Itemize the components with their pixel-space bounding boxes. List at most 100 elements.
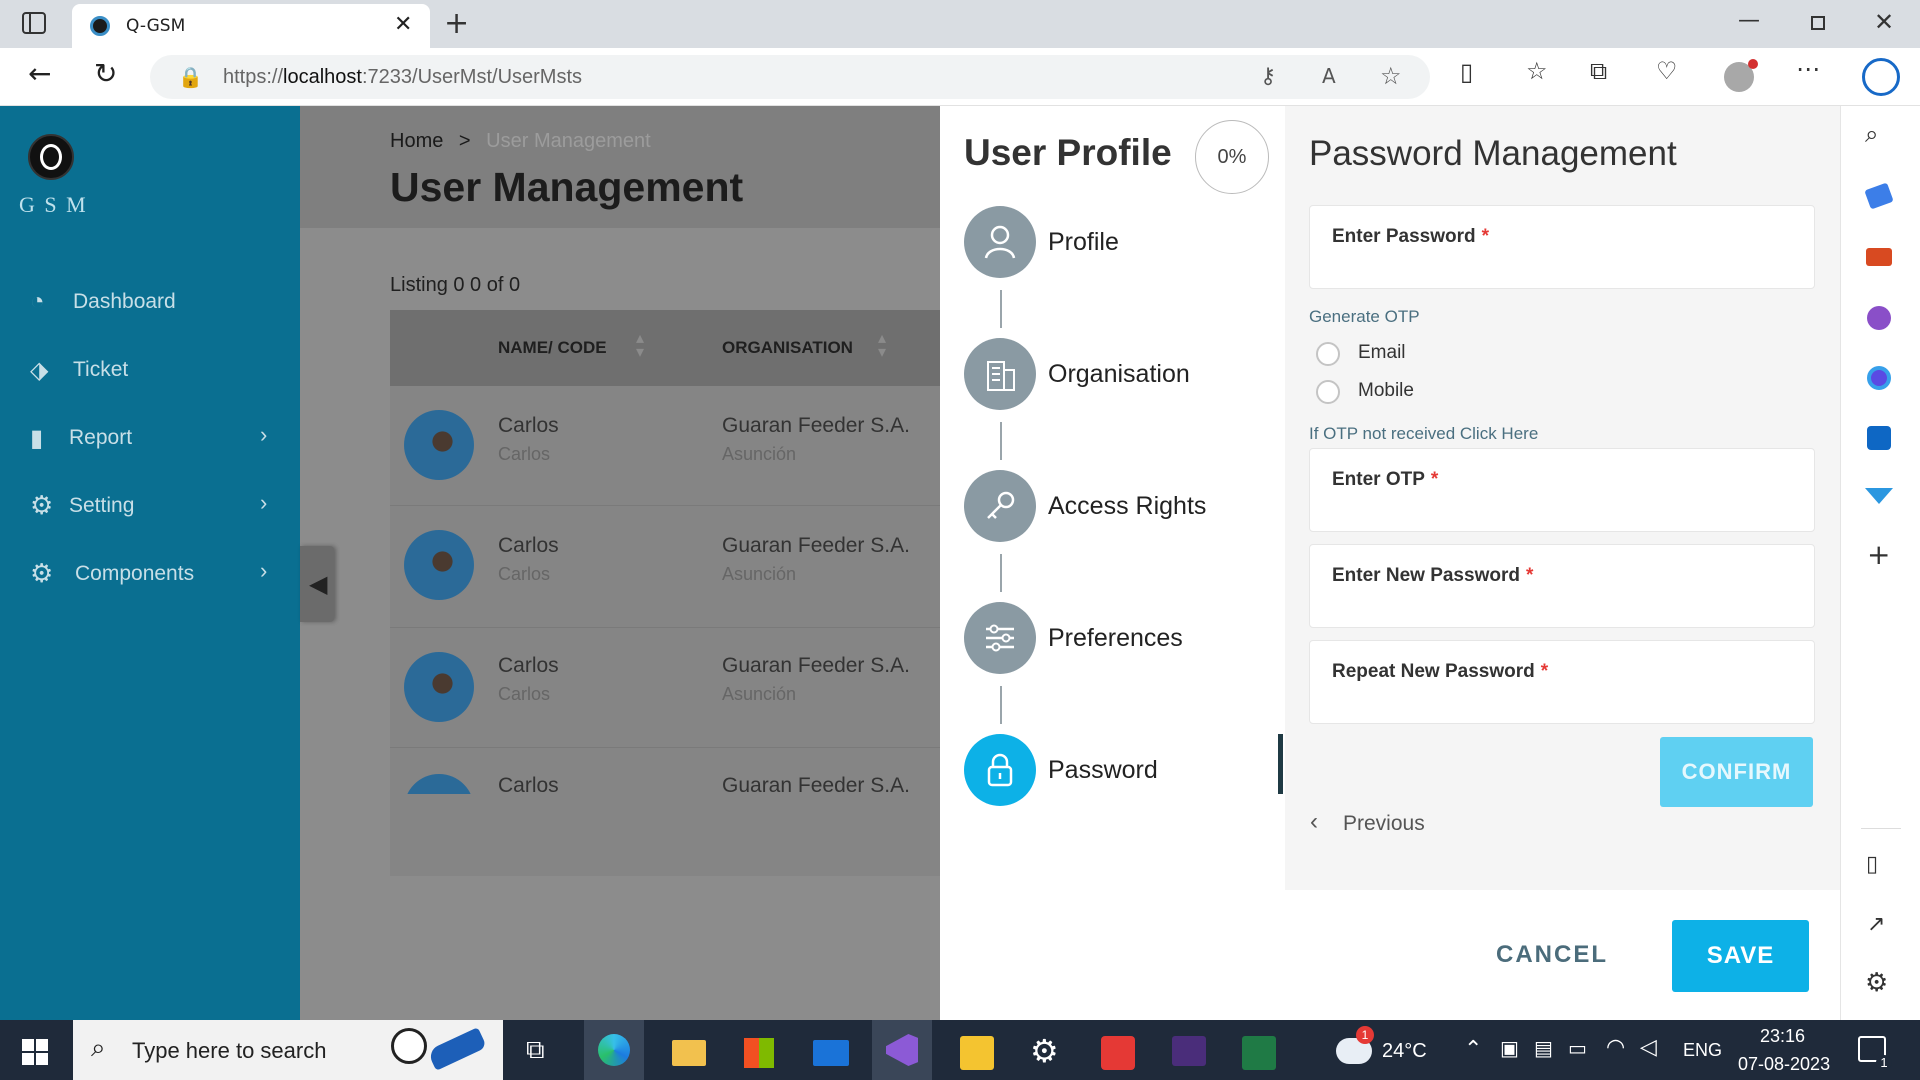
restore-icon[interactable] [1811, 16, 1825, 30]
clock-time[interactable]: 23:16 [1760, 1026, 1805, 1047]
back-icon[interactable]: ← [28, 57, 51, 90]
mail-icon[interactable] [813, 1040, 849, 1066]
tab-actions-icon[interactable] [22, 12, 46, 34]
microsoft-store-icon[interactable] [744, 1038, 774, 1068]
weather-icon[interactable]: 1 [1336, 1026, 1374, 1064]
terminal-icon[interactable] [1172, 1036, 1206, 1066]
radio-button[interactable] [1316, 342, 1340, 366]
avatar [404, 410, 474, 480]
nav-item-ticket[interactable]: ⬗ Ticket [30, 354, 280, 390]
split-screen-icon[interactable]: ▯ [1460, 58, 1473, 86]
bing-copilot-icon[interactable] [1862, 58, 1900, 96]
sort-icon[interactable]: ▴ ▾ [878, 331, 886, 361]
section-title: Password Management [1309, 134, 1677, 173]
collapse-sidebar-button[interactable]: ◀ [300, 546, 334, 622]
outlook-icon[interactable] [1867, 426, 1891, 450]
radio-button[interactable] [1316, 380, 1340, 404]
add-sidebar-app-icon[interactable]: + [1867, 538, 1890, 571]
table-row[interactable]: Carlos Carlos Guaran Feeder S.A. Asunció… [390, 386, 940, 506]
new-password-field[interactable]: Enter New Password * [1309, 544, 1815, 628]
new-tab-icon[interactable]: + [444, 6, 469, 41]
profile-avatar-icon[interactable] [1724, 59, 1758, 92]
enter-password-field[interactable]: Enter Password * [1309, 205, 1815, 289]
url-bar[interactable]: 🔒 https://localhost:7233/UserMst/UserMst… [150, 55, 1430, 99]
telegram-icon[interactable] [1865, 488, 1893, 504]
edge-taskbar-icon[interactable] [584, 1020, 644, 1080]
step-label: Access Rights [1048, 492, 1207, 520]
settings-icon[interactable]: ⚙ [1030, 1032, 1059, 1070]
tools-briefcase-icon[interactable] [1866, 248, 1892, 266]
open-external-icon[interactable]: ↗ [1867, 912, 1885, 937]
collections-icon[interactable]: ⧉ [1590, 57, 1607, 85]
read-aloud-icon[interactable]: A [1322, 64, 1336, 88]
volume-muted-icon[interactable]: ◁ [1640, 1034, 1657, 1060]
step-access-rights[interactable]: Access Rights [964, 470, 1264, 542]
browser-tab[interactable]: Q-GSM ✕ [72, 4, 430, 48]
refresh-icon[interactable]: ↻ [94, 57, 117, 90]
step-connector [1000, 422, 1002, 460]
visual-studio-icon[interactable] [872, 1020, 932, 1080]
favorite-star-icon[interactable]: ☆ [1380, 62, 1402, 90]
chevron-right-icon: › [260, 422, 268, 447]
column-header-organisation[interactable]: ORGANISATION [722, 338, 853, 358]
otp-resend-link[interactable]: If OTP not received Click Here [1309, 424, 1538, 444]
capture-icon[interactable]: ▤ [1534, 1036, 1553, 1061]
minimize-icon[interactable]: — [1738, 8, 1760, 33]
field-label: Enter New Password * [1332, 565, 1534, 586]
wifi-icon[interactable]: ◠ [1606, 1034, 1625, 1060]
meet-now-icon[interactable]: ▣ [1500, 1036, 1519, 1061]
key-icon[interactable]: ⚷ [1260, 64, 1276, 89]
office-icon[interactable] [1867, 366, 1891, 390]
step-profile[interactable]: Profile [964, 206, 1264, 278]
sort-icon[interactable]: ▴ ▾ [636, 331, 644, 361]
health-icon[interactable]: ♡ [1656, 57, 1678, 85]
games-icon[interactable] [1867, 306, 1891, 330]
enter-otp-field[interactable]: Enter OTP * [1309, 448, 1815, 532]
weather-temp[interactable]: 24°C [1382, 1040, 1427, 1063]
breadcrumb-separator: > [458, 130, 471, 152]
task-view-icon[interactable]: ⧉ [526, 1034, 545, 1066]
nav-item-dashboard[interactable]: ◔ Dashboard [30, 286, 280, 322]
tray-chevron-icon[interactable]: ⌃ [1464, 1036, 1482, 1062]
clock-date[interactable]: 07-08-2023 [1738, 1054, 1830, 1075]
more-menu-icon[interactable]: ⋯ [1796, 55, 1820, 83]
tools-app-icon[interactable] [960, 1036, 994, 1070]
taskbar-search[interactable]: ⌕ Type here to search [73, 1020, 503, 1080]
step-preferences[interactable]: Preferences [964, 602, 1264, 674]
nav-item-report[interactable]: ▮ Report › [30, 422, 280, 458]
nav-label: Report [69, 426, 133, 449]
search-icon[interactable]: ⌕ [1865, 120, 1878, 148]
repeat-password-field[interactable]: Repeat New Password * [1309, 640, 1815, 724]
table-row[interactable]: Carlos Guaran Feeder S.A. [390, 748, 940, 794]
excel-icon[interactable] [1242, 1036, 1276, 1070]
otp-email-option[interactable]: Email [1316, 340, 1476, 370]
notifications-icon[interactable]: 1 [1858, 1036, 1892, 1070]
nav-item-setting[interactable]: ⚙ Setting › [30, 490, 280, 526]
shopping-tag-icon[interactable] [1864, 182, 1894, 210]
close-window-icon[interactable]: ✕ [1874, 8, 1894, 36]
step-password[interactable]: Password [964, 734, 1264, 806]
windows-start-icon[interactable] [22, 1039, 48, 1065]
hide-sidebar-icon[interactable]: ▯ [1866, 852, 1878, 877]
nav-item-components[interactable]: ⚙ Components › [30, 558, 280, 594]
table-row[interactable]: Carlos Carlos Guaran Feeder S.A. Asunció… [390, 628, 940, 748]
previous-button[interactable]: ‹ Previous [1310, 808, 1460, 842]
step-organisation[interactable]: Organisation [964, 338, 1264, 410]
column-header-name[interactable]: NAME/ CODE [498, 338, 607, 358]
save-button[interactable]: SAVE [1672, 920, 1809, 992]
favorites-icon[interactable]: ☆ [1526, 57, 1548, 85]
soccer-boot-icon [426, 1027, 488, 1071]
organisation-name: Guaran Feeder S.A. [722, 774, 910, 794]
confirm-button[interactable]: CONFIRM [1660, 737, 1813, 807]
file-explorer-icon[interactable] [672, 1040, 706, 1066]
close-tab-icon[interactable]: ✕ [394, 12, 412, 37]
git-app-icon[interactable] [1101, 1036, 1135, 1070]
otp-mobile-option[interactable]: Mobile [1316, 378, 1476, 408]
breadcrumb-home[interactable]: Home [390, 130, 443, 152]
cancel-button[interactable]: CANCEL [1480, 920, 1624, 990]
language-indicator[interactable]: ENG [1683, 1040, 1722, 1061]
sidebar-settings-icon[interactable]: ⚙ [1865, 968, 1888, 998]
table-row[interactable]: Carlos Carlos Guaran Feeder S.A. Asunció… [390, 506, 940, 628]
weather-badge: 1 [1356, 1026, 1374, 1044]
battery-icon[interactable]: ▭ [1568, 1036, 1587, 1061]
